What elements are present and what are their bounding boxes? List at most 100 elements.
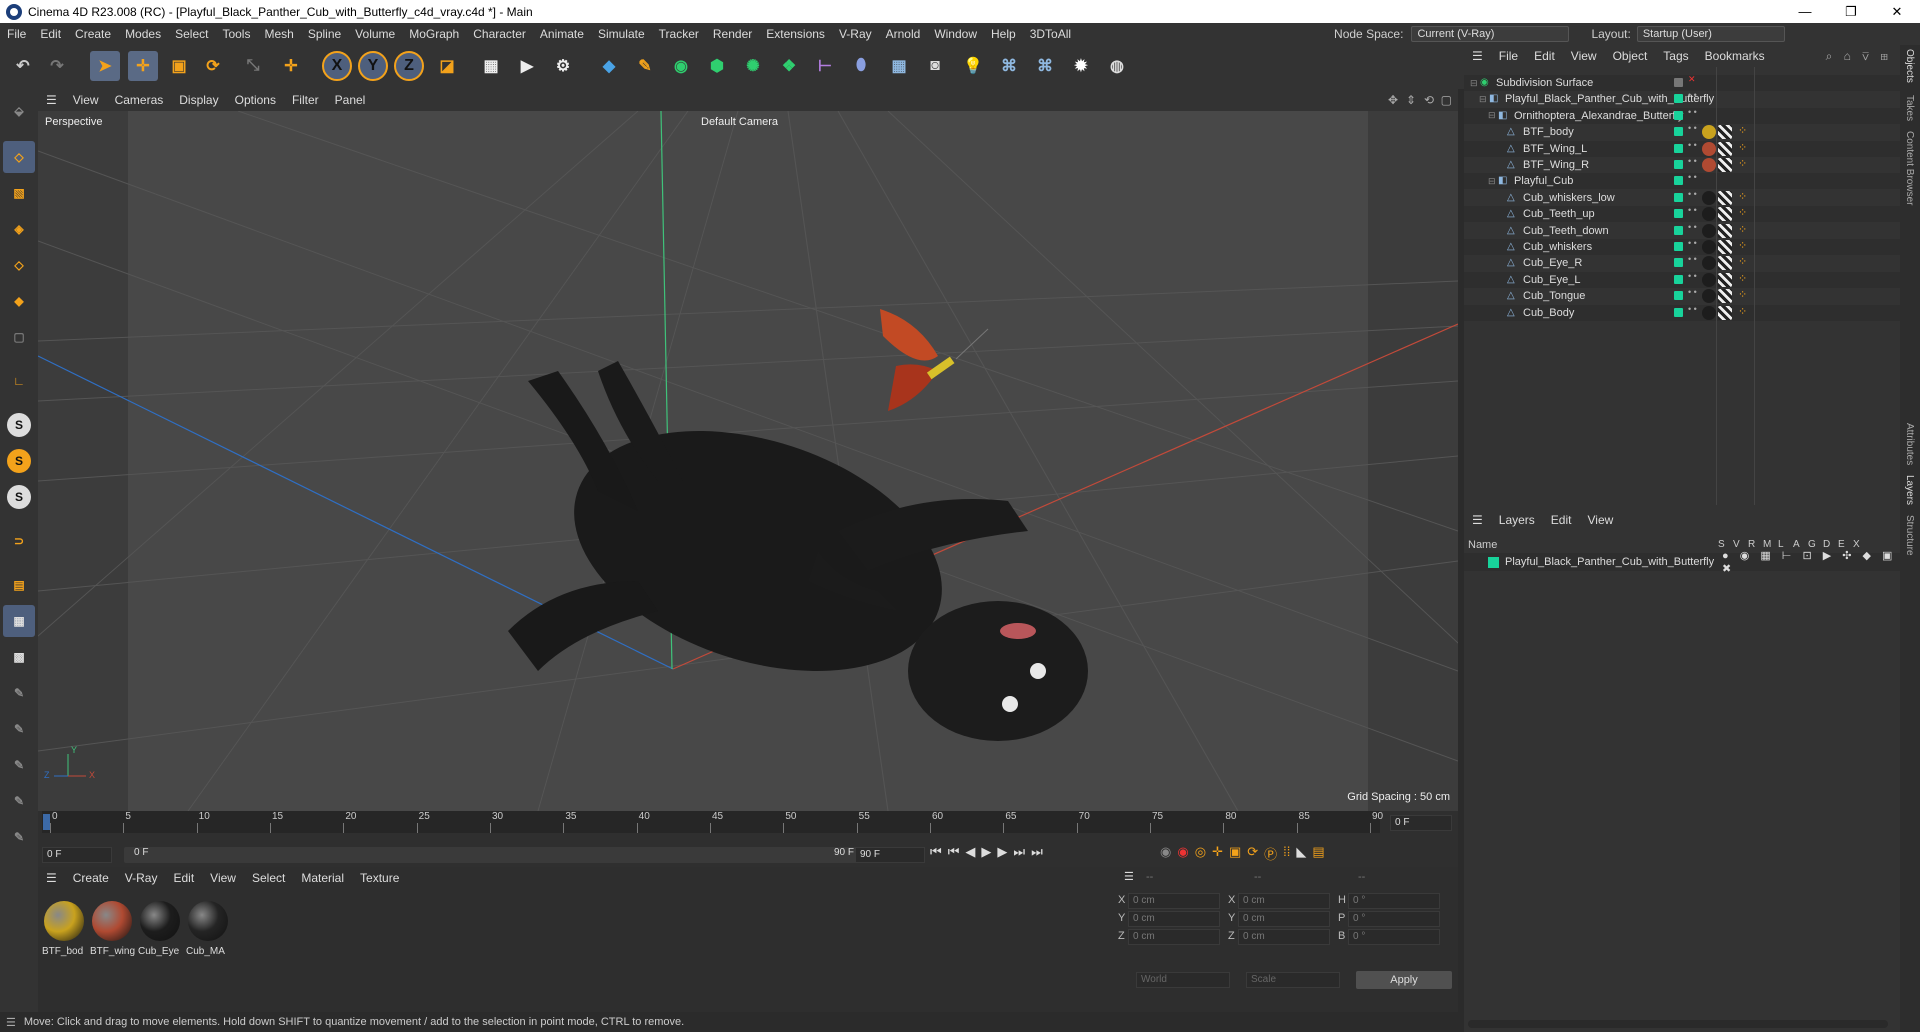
material-tag-icon[interactable] [1702, 305, 1716, 320]
menu-animate[interactable]: Animate [533, 27, 591, 41]
layer-color-icon[interactable] [1674, 127, 1683, 137]
expand-toggle-icon[interactable]: ⊟ [1479, 94, 1489, 105]
layer-color-icon[interactable] [1674, 192, 1683, 202]
prev-key-icon[interactable]: ⏮ [948, 844, 960, 860]
play-icon[interactable]: ▶ [981, 844, 991, 860]
brush-icon[interactable]: ✎ [3, 749, 35, 781]
next-key-icon[interactable]: ⏭ [1013, 844, 1025, 860]
uv-mode-icon[interactable]: ▢ [3, 321, 35, 353]
tab-objects[interactable]: Objects [1904, 49, 1915, 83]
vp-menu-view[interactable]: View [65, 93, 107, 107]
layer-color-swatch[interactable] [1488, 556, 1499, 568]
layer-color-icon[interactable] [1674, 78, 1683, 87]
material-tag-icon[interactable] [1702, 256, 1716, 271]
obj-menu-bookmarks[interactable]: Bookmarks [1697, 49, 1773, 63]
object-row[interactable]: ⊟ ◉ Subdivision Surface ✕ [1464, 75, 1900, 91]
go-to-end-icon[interactable]: ⏭ [1031, 844, 1043, 860]
texture-tag-icon[interactable] [1718, 240, 1732, 254]
layer-color-icon[interactable] [1674, 225, 1683, 235]
vp-menu-panel[interactable]: Panel [327, 93, 374, 107]
vp-menu-filter[interactable]: Filter [284, 93, 327, 107]
points-mode-icon[interactable]: ◈ [3, 213, 35, 245]
cloner-icon[interactable]: ✺ [738, 51, 768, 81]
visibility-dots-icon[interactable]: ✕ [1688, 75, 1696, 84]
phong-tag-icon[interactable]: ⁘ [1738, 124, 1747, 137]
texture-tag-icon[interactable] [1718, 141, 1732, 156]
hamburger-icon[interactable]: ☰ [1464, 513, 1491, 527]
phong-tag-icon[interactable]: ⁘ [1738, 157, 1747, 170]
maximize-button[interactable]: ❐ [1828, 0, 1874, 23]
next-frame-icon[interactable]: ▶ [997, 844, 1007, 860]
phong-tag-icon[interactable]: ⁘ [1738, 239, 1747, 252]
sculpt-icon[interactable]: ✎ [3, 713, 35, 745]
menu-3dtoall[interactable]: 3DToAll [1023, 27, 1078, 41]
material-tag-icon[interactable] [1702, 190, 1716, 205]
mat-menu-texture[interactable]: Texture [352, 871, 407, 885]
coord-value-field[interactable]: 0 ° [1348, 893, 1440, 909]
start-frame-field[interactable]: 0 F [42, 847, 112, 863]
workplane-snap-icon[interactable]: S [3, 481, 35, 513]
viewport-pan-icon[interactable]: ⇕ [1406, 93, 1416, 107]
coord-value-field[interactable]: 0 cm [1128, 893, 1220, 909]
object-row[interactable]: △ Cub_Tongue • • ⁘ [1464, 288, 1900, 305]
mograph-icon[interactable]: ❖ [774, 51, 804, 81]
visibility-dots-icon[interactable]: • • [1688, 206, 1697, 215]
layer-color-icon[interactable] [1674, 242, 1683, 251]
menu-file[interactable]: File [0, 27, 33, 41]
3d-viewport[interactable]: Perspective Default Camera Grid Spacing … [38, 111, 1458, 811]
rotate-tool-icon[interactable]: ⟳ [198, 51, 228, 81]
object-row[interactable]: △ Cub_Teeth_down • • ⁘ [1464, 222, 1900, 239]
timeline-window-icon[interactable]: ▤ [1312, 844, 1324, 863]
minimize-button[interactable]: — [1782, 0, 1828, 23]
mat-menu-edit[interactable]: Edit [165, 871, 202, 885]
material-tag-icon[interactable] [1702, 223, 1716, 238]
mat-menu-select[interactable]: Select [244, 871, 293, 885]
timeline-ruler[interactable]: 0 5 10 15 20 25 30 35 40 45 50 55 60 65 70 75 80 85 90 [42, 811, 1383, 833]
paint-icon[interactable]: ✎ [3, 677, 35, 709]
camera-name[interactable]: Default Camera [701, 116, 778, 128]
layer-scrollbar[interactable] [1468, 1020, 1888, 1028]
material-swatch[interactable] [44, 901, 84, 941]
coord-value-field[interactable]: 0 cm [1238, 911, 1330, 927]
render-region-icon[interactable]: ▦ [476, 51, 506, 81]
object-row[interactable]: △ Cub_whiskers • • ⁘ [1464, 239, 1900, 255]
visibility-dots-icon[interactable]: • • [1688, 173, 1697, 182]
vp-menu-options[interactable]: Options [227, 93, 284, 107]
axis-mode-icon[interactable]: ∟ [3, 365, 35, 397]
apply-button[interactable]: Apply [1356, 971, 1452, 989]
layer-color-icon[interactable] [1674, 160, 1683, 169]
layer-color-icon[interactable] [1674, 291, 1683, 301]
obj-menu-tags[interactable]: Tags [1655, 49, 1696, 63]
texture-tag-icon[interactable] [1718, 223, 1732, 238]
snap-icon[interactable]: S [3, 409, 35, 441]
object-row[interactable]: △ Cub_Body • • ⁘ [1464, 304, 1900, 321]
visibility-dots-icon[interactable]: • • [1688, 91, 1697, 100]
layer-color-icon[interactable] [1674, 209, 1683, 219]
layer-name[interactable]: Playful_Black_Panther_Cub_with_Butterfly [1505, 556, 1714, 568]
playhead[interactable] [43, 814, 50, 830]
phong-tag-icon[interactable]: ⁘ [1738, 190, 1747, 203]
current-frame-field[interactable]: 0 F [1390, 815, 1452, 831]
visibility-dots-icon[interactable]: • • [1688, 288, 1697, 297]
key-scale-icon[interactable]: ▣ [1229, 844, 1241, 863]
object-row[interactable]: △ BTF_Wing_R • • ⁘ [1464, 157, 1900, 173]
material-swatch[interactable] [188, 901, 228, 941]
menu-select[interactable]: Select [168, 27, 215, 41]
object-row[interactable]: △ Cub_Eye_R • • ⁘ [1464, 255, 1900, 272]
texture-tag-icon[interactable] [1718, 158, 1732, 172]
deformer-icon[interactable]: ⊢ [810, 51, 840, 81]
phong-tag-icon[interactable]: ⁘ [1738, 141, 1747, 154]
mat-menu-view[interactable]: View [202, 871, 244, 885]
phong-tag-icon[interactable]: ⁘ [1738, 288, 1747, 301]
model-mode-icon[interactable]: ◇ [3, 141, 35, 173]
layer-color-icon[interactable] [1674, 274, 1683, 284]
visibility-dots-icon[interactable]: • • [1688, 140, 1697, 149]
obj-menu-file[interactable]: File [1491, 49, 1526, 63]
spline-pen-icon[interactable]: ✎ [630, 51, 660, 81]
smooth-icon[interactable]: ✎ [3, 821, 35, 853]
coord-value-field[interactable]: 0 cm [1128, 929, 1220, 945]
obj-menu-object[interactable]: Object [1605, 49, 1656, 63]
phong-tag-icon[interactable]: ⁘ [1738, 272, 1747, 285]
scale-select[interactable]: Scale [1246, 972, 1340, 988]
make-editable-icon[interactable]: ⬙ [3, 95, 35, 127]
